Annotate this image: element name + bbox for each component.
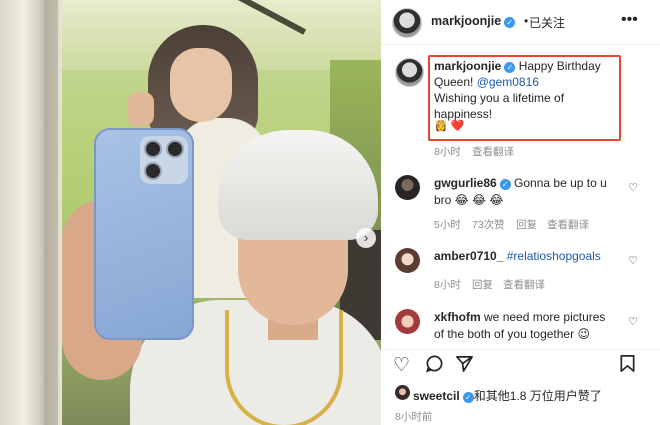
caption-username[interactable]: markjoonjie [434,59,501,73]
like-comment-heart-icon[interactable]: ♡ [628,254,638,267]
comment-reply-link[interactable]: 回复 [472,277,493,292]
like-comment-heart-icon[interactable]: ♡ [628,181,638,194]
commenter-avatar[interactable] [395,175,420,200]
share-send-svg [456,355,473,372]
verified-badge-icon: ✓ [504,62,516,73]
header-separator: • [524,14,529,28]
share-send-icon[interactable] [455,354,474,379]
liked-by-username[interactable]: sweetcil [413,389,460,403]
photo-woman-hand [128,92,154,126]
caption-line2: Queen! [434,75,474,89]
caption-mention-link[interactable]: @gem0816 [477,75,539,89]
liker-avatar[interactable] [395,385,410,400]
verified-badge-icon: ✓ [504,17,516,28]
post-actions-bar: ♡ [381,349,660,380]
commenter-avatar[interactable] [395,309,420,334]
caption-text: markjoonjie ✓ Happy Birthday Queen! @gem0… [434,58,619,122]
liked-by-rest: 和其他1.8 万位用户赞了 [473,389,602,403]
post-header: markjoonjie ✓ • 已关注 ••• [381,0,660,45]
commenter-avatar[interactable] [395,248,420,273]
comment-translate-link[interactable]: 查看翻译 [503,277,545,292]
comment-text: gwgurlie86 ✓ Gonna be up to u bro 😂 😂 😂 [434,175,624,209]
next-image-button[interactable]: › [356,228,376,248]
caption-line1: Happy Birthday [518,59,601,73]
comment-translate-link[interactable]: 查看翻译 [547,217,589,232]
comment-bubble-icon[interactable] [425,354,444,379]
caption-emojis: 👸 ❤️ [434,120,465,132]
comment-text: xkfhofm we need more pictures of the bot… [434,309,624,343]
comment-body-line2: bro 😂 😂 😂 [434,193,504,207]
instagram-post-view: › markjoonjie ✓ • 已关注 ••• markjoonjie ✓ Ha… [0,0,660,425]
post-side-panel: markjoonjie ✓ • 已关注 ••• markjoonjie ✓ Happ… [381,0,660,425]
author-username-text[interactable]: markjoonjie [431,14,501,28]
comment-text: amber0710_ #relatioshopgoals [434,248,624,265]
verified-badge-icon: ✓ [499,179,511,190]
comment-bubble-svg [426,355,443,373]
camera-lens [144,140,162,158]
comment-username[interactable]: amber0710_ [434,249,503,263]
caption-line3: Wishing you a lifetime of [434,91,565,105]
comment-body-line2: of the both of you together 😉 [434,327,590,341]
comment-reply-link[interactable]: 回复 [516,217,537,232]
comment-username[interactable]: xkfhofm [434,310,481,324]
camera-lens [166,140,184,158]
photo-gold-chain [225,310,343,425]
comment-likes-count[interactable]: 73次赞 [472,217,505,232]
author-avatar[interactable] [392,8,422,38]
comment-body: Gonna be up to u [514,176,607,190]
comment-time: 8小时 [434,279,461,291]
like-heart-icon[interactable]: ♡ [393,354,410,377]
likes-summary[interactable]: sweetcil ✓ 和其他1.8 万位用户赞了 [413,387,602,404]
photo-woman-face [170,48,232,122]
post-timestamp: 8小时前 [395,411,433,423]
more-options-icon[interactable]: ••• [621,11,638,29]
verified-badge-icon: ✓ [462,392,474,403]
follow-status-button[interactable]: 已关注 [529,14,565,31]
comment-username[interactable]: gwgurlie86 [434,176,497,190]
photo-phone-camera [140,136,188,184]
photo-man-hair [218,130,378,240]
comment-hashtag-link[interactable]: #relatioshopgoals [507,249,601,263]
like-comment-heart-icon[interactable]: ♡ [628,315,638,328]
camera-lens [144,162,162,180]
post-photo[interactable]: › [0,0,381,425]
caption-time: 8小时 [434,146,461,158]
bookmark-svg [620,355,635,372]
caption-author-avatar[interactable] [395,58,424,87]
caption-translate-link[interactable]: 查看翻译 [472,144,514,159]
author-username[interactable]: markjoonjie ✓ [431,14,516,28]
photo-mirror-frame-edge [44,0,58,425]
comment-time: 5小时 [434,219,461,231]
comment-body: we need more pictures [484,310,606,324]
save-bookmark-icon[interactable] [619,354,636,379]
